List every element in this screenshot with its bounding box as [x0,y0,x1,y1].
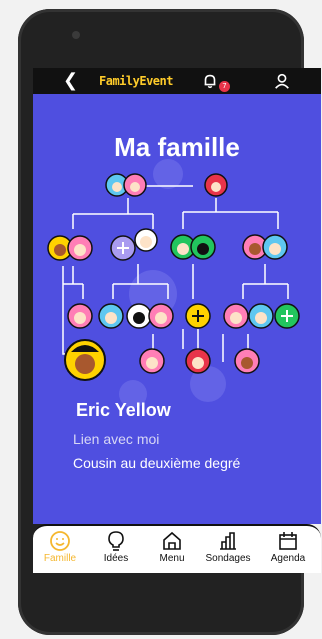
bg-avatar-ghost [153,159,183,189]
add-member-button-green[interactable] [274,303,300,329]
family-member-b[interactable] [134,228,158,252]
family-row-3-left[interactable] [67,303,174,329]
nav-label-menu: Menu [159,553,185,564]
add-member-button-purple[interactable] [110,235,136,261]
relation-value: Cousin au deuxième degré [73,455,241,471]
bell-icon[interactable] [201,72,219,90]
nav-menu[interactable]: Menu [145,530,199,564]
lightbulb-icon [108,531,124,551]
nav-sondages[interactable]: Sondages [201,530,255,564]
family-row-4[interactable] [139,348,260,374]
calendar-icon [279,532,297,550]
family-couple-c[interactable] [170,234,216,260]
bar-chart-icon [220,532,236,550]
nav-label-sondages: Sondages [205,553,251,564]
nav-label-idees: Idées [103,553,129,564]
home-icon [163,531,181,550]
family-row-3-right[interactable] [223,303,274,329]
top-bar: ❮ FamilyEvent 7 [33,68,321,94]
user-icon[interactable] [273,72,291,90]
bottom-nav: Famille Idées Menu Sondages Agenda [33,524,321,573]
tree-connectors [62,185,289,362]
relation-label: Lien avec moi [73,431,160,447]
nav-label-agenda: Agenda [270,553,306,564]
nav-idees[interactable]: Idées [89,530,143,564]
family-couple-a[interactable] [47,235,93,261]
nav-agenda[interactable]: Agenda [261,530,315,564]
nav-famille[interactable]: Famille [33,530,87,564]
app-screen: ❮ FamilyEvent 7 Ma famille Eric Yellow L… [33,68,321,573]
app-name: FamilyEvent [99,74,173,88]
member-name: Eric Yellow [76,400,171,420]
add-member-button-yellow[interactable] [185,303,211,329]
smile-icon [50,531,70,551]
selected-member-avatar[interactable] [64,339,106,381]
family-couple-d[interactable] [242,234,288,260]
notification-badge: 7 [219,81,230,92]
grandparents-left[interactable] [105,173,147,197]
family-tree-panel: Ma famille Eric Yellow Lien avec moi Cou… [33,94,321,524]
grandparent-right[interactable] [204,173,228,197]
back-button[interactable]: ❮ [63,72,78,90]
nav-label-famille: Famille [43,553,77,564]
camera-dot [72,31,80,39]
